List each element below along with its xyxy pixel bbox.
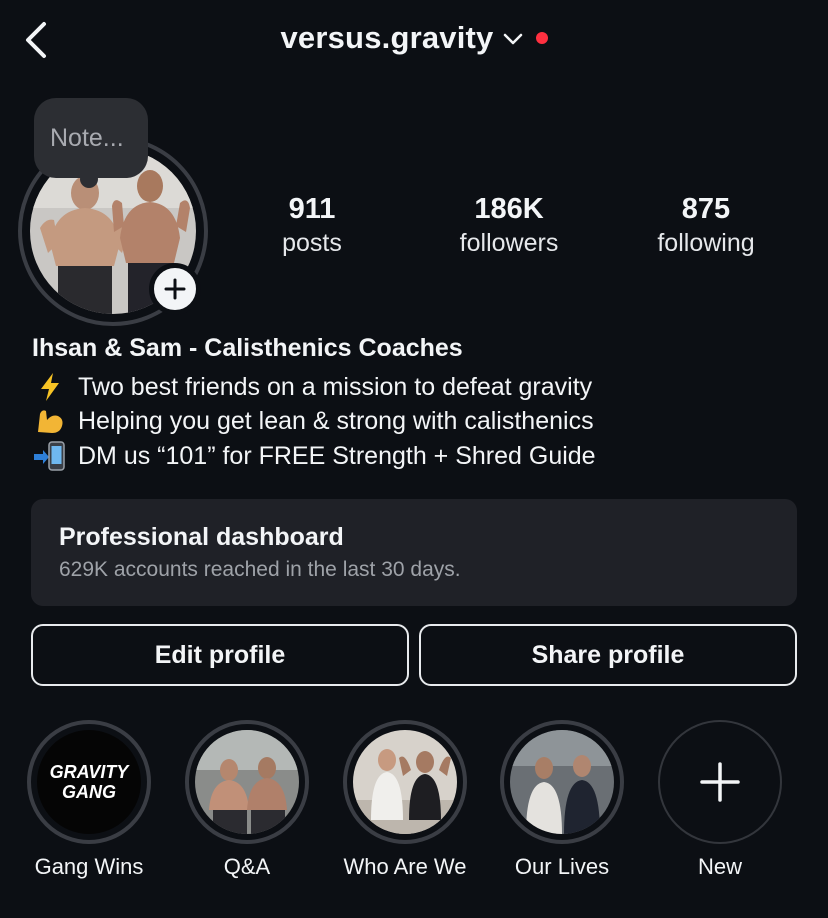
flexed-bicep-icon [32,405,68,437]
highlight-label: Who Are We [343,854,467,879]
note-placeholder: Note... [50,124,124,152]
note-bubble[interactable]: Note... [34,98,148,178]
followers-stat[interactable]: 186K followers [429,192,589,260]
bio-text: Two best friends on a mission to defeat … [78,372,593,401]
dashboard-title: Professional dashboard [59,523,344,551]
bio-text: DM us “101” for FREE Strength + Shred Gu… [78,441,596,470]
highlight-cover [510,730,614,834]
highlight-ring: GRAVITY GANG [27,720,151,844]
posts-count: 911 [288,193,336,225]
highlight-who-are-we[interactable]: Who Are We [343,720,467,880]
bio-line: Helping you get lean & strong with calis… [32,405,594,437]
share-profile-button[interactable]: Share profile [419,624,797,686]
followers-count: 186K [474,193,544,225]
plus-icon [164,278,186,300]
bio-line: Two best friends on a mission to defeat … [32,371,592,403]
phone-arrow-icon [32,440,68,472]
gravity-gang-logo: GRAVITY GANG [37,730,141,834]
account-switcher[interactable]: versus.gravity [0,16,828,60]
highlight-qa[interactable]: Q&A [185,720,309,880]
logo-text: GRAVITY [49,762,129,782]
bio-line: DM us “101” for FREE Strength + Shred Gu… [32,440,596,472]
following-label: following [657,229,755,257]
highlight-ring [343,720,467,844]
highlight-gang-wins[interactable]: GRAVITY GANG Gang Wins [27,720,151,880]
highlight-ring [500,720,624,844]
notification-dot [535,32,548,44]
dashboard-subtitle: 629K accounts reached in the last 30 day… [59,558,461,581]
profile-name: Ihsan & Sam - Calisthenics Coaches [32,334,463,362]
posts-stat[interactable]: 911 posts [232,192,392,260]
highlight-cover [195,730,299,834]
posts-label: posts [282,229,342,257]
highlight-label: Q&A [223,854,271,879]
following-stat[interactable]: 875 following [626,192,786,260]
highlight-cover [353,730,457,834]
professional-dashboard[interactable]: Professional dashboard 629K accounts rea… [31,499,797,606]
lightning-icon [32,371,68,403]
following-count: 875 [681,193,731,225]
edit-profile-button[interactable]: Edit profile [31,624,409,686]
highlight-label: Our Lives [514,854,610,879]
bio-text: Helping you get lean & strong with calis… [78,406,594,435]
highlight-our-lives[interactable]: Our Lives [500,720,624,880]
highlight-ring [185,720,309,844]
logo-text: GANG [62,782,116,802]
highlight-label: Gang Wins [34,854,144,879]
followers-label: followers [459,229,559,257]
username-title: versus.gravity [280,20,494,55]
chevron-down-icon [503,33,522,45]
highlight-label: New [697,854,742,879]
note-bubble-tail [80,170,98,188]
new-highlight-ring [658,720,782,844]
plus-icon [700,762,740,802]
add-story-button[interactable] [149,263,201,315]
new-highlight-button[interactable]: New [658,720,782,880]
